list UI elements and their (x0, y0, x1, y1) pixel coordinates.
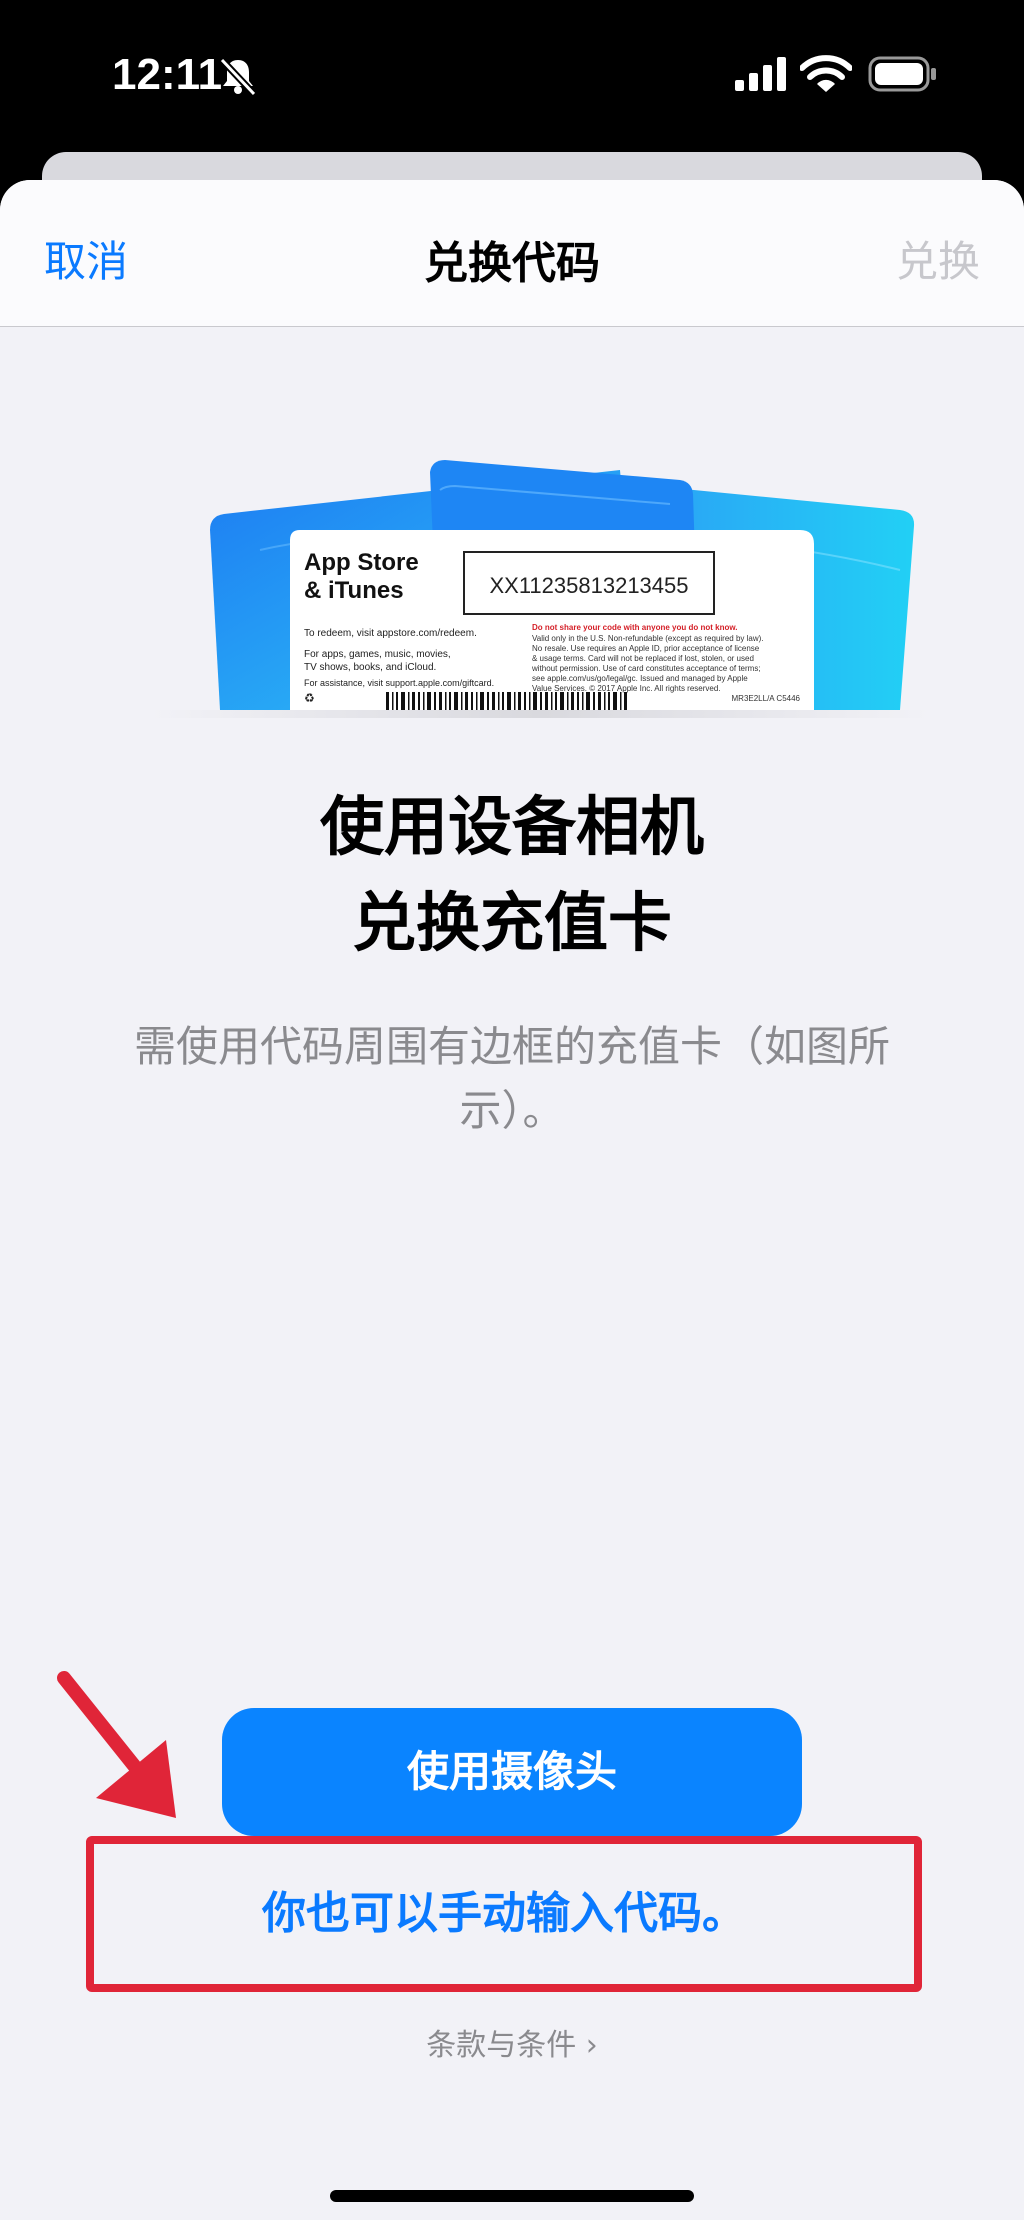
card-warning: Do not share your code with anyone you d… (532, 623, 738, 632)
card-code: XX11235813213455 (489, 573, 688, 598)
status-bar: 12:11 (0, 0, 1024, 150)
page-title: 兑换代码 (424, 238, 600, 289)
red-arrow-annotation (57, 1671, 176, 1818)
recycle-icon: ♻ (304, 691, 315, 705)
gift-card-illustration: App Store & iTunes XX11235813213455 To r… (210, 460, 915, 710)
card-fine-5: see apple.com/us/go/legal/gc. Issued and… (532, 674, 748, 683)
card-fine-1: Valid only in the U.S. Non-refundable (e… (532, 634, 764, 643)
card-brand-line2: & iTunes (304, 577, 404, 604)
use-camera-button[interactable]: 使用摄像头 (222, 1708, 802, 1836)
wifi-icon (800, 55, 852, 92)
card-text-2: For apps, games, music, movies, (304, 649, 451, 660)
redeem-sheet: 取消 兑换代码 兑换 App Store & iTunes XX11235813… (0, 180, 1024, 2220)
battery-icon (868, 56, 936, 92)
headline-line2: 兑换充值卡 (352, 887, 672, 961)
card-fine-6: Value Services. © 2017 Apple Inc. All ri… (532, 684, 721, 693)
manual-entry-highlight: 你也可以手动输入代码。 (86, 1836, 922, 1992)
card-text-1: To redeem, visit appstore.com/redeem. (304, 628, 477, 639)
card-serial: MR3E2LL/A C5446 (732, 694, 801, 703)
card-brand-line1: App Store (304, 549, 419, 576)
redeem-button[interactable]: 兑换 (896, 228, 980, 289)
silent-mode-icon (219, 57, 257, 96)
navigation-bar: 取消 兑换代码 兑换 (0, 180, 1024, 327)
card-fine-2: No resale. Use requires an Apple ID, pri… (532, 644, 760, 653)
card-fine-4: without permission. Use of card constitu… (531, 664, 761, 673)
card-text-4: For assistance, visit support.apple.com/… (304, 678, 494, 688)
home-indicator (330, 2190, 694, 2202)
terms-link[interactable]: 条款与条件 › (0, 2020, 1024, 2064)
cellular-signal-icon (735, 57, 786, 91)
manual-entry-link[interactable]: 你也可以手动输入代码。 (94, 1844, 914, 1984)
headline-line1: 使用设备相机 (320, 791, 704, 865)
card-fine-3: & usage terms. Card will not be replaced… (532, 654, 754, 663)
headline: 使用设备相机 兑换充值卡 (0, 780, 1024, 972)
terms-label: 条款与条件 (426, 2028, 577, 2063)
card-shadow (150, 710, 930, 718)
instruction-text: 需使用代码周围有边框的充值卡（如图所示）。 (133, 1022, 890, 1135)
chevron-right-icon: › (585, 2028, 598, 2063)
card-text-3: TV shows, books, and iCloud. (304, 662, 436, 673)
status-time: 12:11 (112, 50, 223, 99)
